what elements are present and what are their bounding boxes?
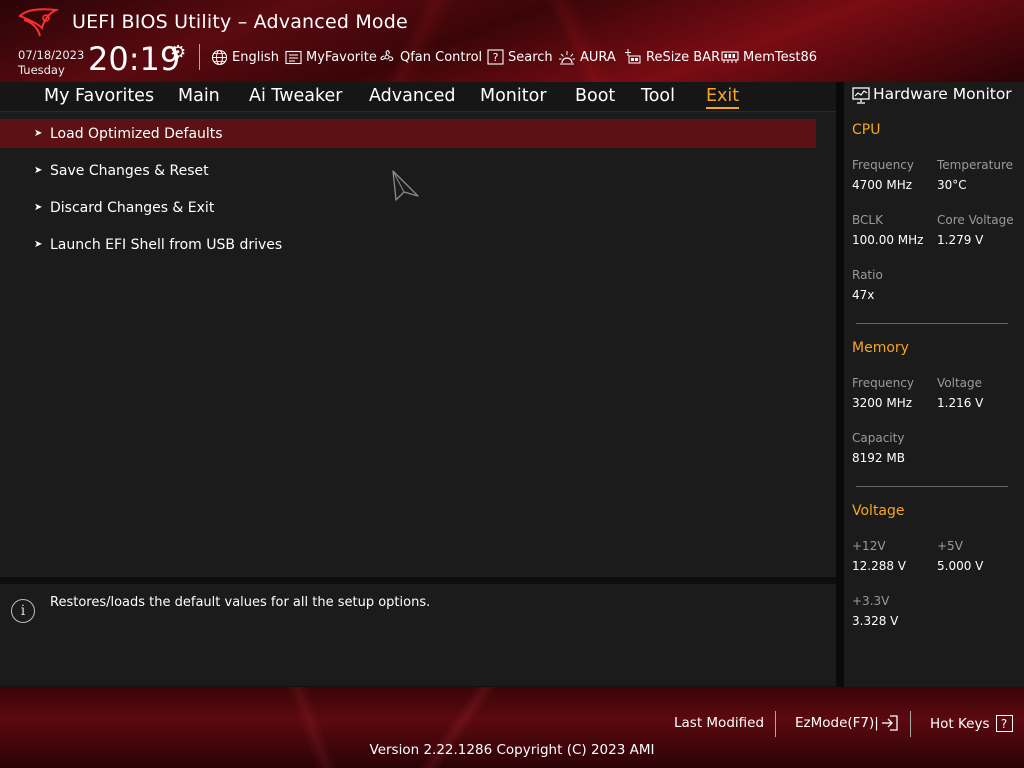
monitor-icon [852,87,870,104]
tab-tool[interactable]: Tool [641,86,675,106]
language-label: English [232,49,279,65]
memtest-button[interactable]: MemTest86 [721,47,817,67]
question-key-icon: ? [995,715,1013,732]
search-button[interactable]: ? Search [486,47,553,67]
main-nav: My Favorites Main Ai Tweaker Advanced Mo… [0,82,838,112]
ezmode-label: EzMode(F7)| [795,715,879,731]
question-box-icon: ? [486,48,504,66]
language-button[interactable]: English [210,47,279,67]
tab-main[interactable]: Main [178,86,220,106]
globe-icon [210,48,228,66]
tab-advanced[interactable]: Advanced [369,86,455,106]
bclk-label: BCLK [852,213,883,227]
date-display: 07/18/2023 Tuesday [18,48,84,78]
v12-label: +12V [852,539,886,553]
v12-value: 12.288 V [852,559,907,573]
last-modified-button[interactable]: Last Modified [674,715,764,731]
resize-bar-button[interactable]: ReSize BAR [624,47,720,67]
footer-divider [910,711,911,737]
help-panel: i Restores/loads the default values for … [0,584,836,686]
app-title: UEFI BIOS Utility – Advanced Mode [72,11,408,33]
capacity-value: 8192 MB [852,451,905,465]
qfan-control-button[interactable]: Qfan Control [378,47,482,67]
panel-divider [836,82,844,687]
aura-light-icon [558,48,576,66]
tab-my-favorites[interactable]: My Favorites [44,86,154,106]
memory-frequency-label: Frequency [852,376,914,390]
date-text: 07/18/2023 [18,48,85,62]
footer-divider [775,711,776,737]
tab-boot[interactable]: Boot [575,86,615,106]
memory-frequency-value: 3200 MHz [852,396,913,410]
memory-section-title: Memory [852,340,909,356]
bclk-value: 100.00 MHz [852,233,924,247]
myfavorite-button[interactable]: MyFavorite [284,47,377,67]
exit-arrow-icon [881,715,898,731]
footer-bar: Last Modified EzMode(F7)| Hot Keys ? Ver… [0,687,1024,768]
menu-item-label: Launch EFI Shell from USB drives [50,236,283,253]
launch-efi-shell-item[interactable]: ➤ Launch EFI Shell from USB drives [0,230,816,259]
chevron-right-icon: ➤ [34,239,43,250]
voltage-section-title: Voltage [852,503,905,519]
resize-bar-label: ReSize BAR [646,49,721,65]
fan-icon [378,48,396,66]
aura-button[interactable]: AURA [558,47,616,67]
search-label: Search [508,49,553,65]
capacity-label: Capacity [852,431,905,445]
header-bar: UEFI BIOS Utility – Advanced Mode 07/18/… [0,0,1024,82]
section-divider [856,323,1008,324]
day-text: Tuesday [18,63,65,77]
menu-item-label: Discard Changes & Exit [50,199,215,216]
menu-item-label: Load Optimized Defaults [50,125,223,142]
resize-bar-icon [624,48,642,66]
v5-value: 5.000 V [937,559,984,573]
clock-time: 20:19 [88,40,181,78]
cpu-frequency-value: 4700 MHz [852,178,913,192]
v33-value: 3.328 V [852,614,899,628]
v5-label: +5V [937,539,963,553]
version-text: Version 2.22.1286 Copyright (C) 2023 AMI [369,742,655,758]
core-voltage-label: Core Voltage [937,213,1014,227]
menu-item-label: Save Changes & Reset [50,162,209,179]
aura-label: AURA [580,49,616,65]
memory-icon [721,48,739,66]
ratio-value: 47x [852,288,875,302]
chevron-right-icon: ➤ [34,165,43,176]
info-icon: i [11,599,35,623]
memtest-label: MemTest86 [743,49,818,65]
memory-voltage-label: Voltage [937,376,983,390]
myfavorite-label: MyFavorite [306,49,377,65]
hot-keys-button[interactable]: Hot Keys ? [930,715,1013,732]
section-divider [856,486,1008,487]
v33-label: +3.3V [852,594,890,608]
cpu-section-title: CPU [852,122,881,138]
ezmode-button[interactable]: EzMode(F7)| [795,715,899,731]
hardware-monitor-panel: Hardware Monitor CPU Frequency Temperatu… [844,82,1024,687]
cpu-temperature-value: 30°C [937,178,967,192]
chevron-right-icon: ➤ [34,202,43,213]
cpu-frequency-label: Frequency [852,158,914,172]
cpu-temperature-label: Temperature [937,158,1014,172]
tab-exit[interactable]: Exit [706,86,740,109]
chevron-right-icon: ➤ [34,128,43,139]
memory-voltage-value: 1.216 V [937,396,984,410]
mouse-pointer-icon [392,170,419,201]
help-description: Restores/loads the default values for al… [50,595,431,610]
settings-gear-icon[interactable]: ⚙ [170,42,186,63]
load-optimized-defaults-item[interactable]: ➤ Load Optimized Defaults [0,119,816,148]
qfan-label: Qfan Control [400,49,483,65]
rog-logo-icon [18,8,60,37]
ratio-label: Ratio [852,268,883,282]
hot-keys-label: Hot Keys [930,715,990,732]
header-divider [199,44,200,70]
svg-text:?: ? [492,51,498,64]
tab-monitor[interactable]: Monitor [480,86,547,106]
favorite-list-icon [284,48,302,66]
help-divider [0,577,836,584]
hardware-monitor-title: Hardware Monitor [873,85,1012,103]
core-voltage-value: 1.279 V [937,233,984,247]
tab-ai-tweaker[interactable]: Ai Tweaker [249,86,342,106]
